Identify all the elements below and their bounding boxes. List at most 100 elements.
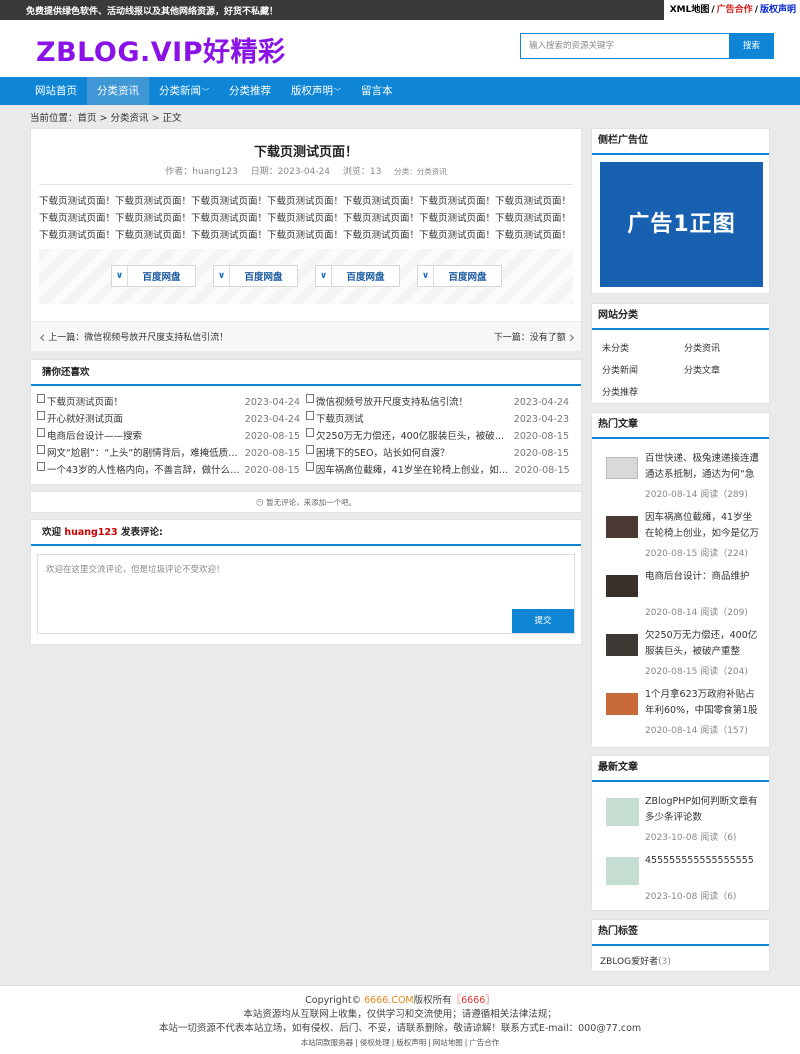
chevron-left-icon: ‹	[39, 327, 46, 347]
newest-article[interactable]: 455555555555555555 2023-10-08 阅读（6)	[606, 853, 766, 909]
hot-article-title[interactable]: 百世快递、极兔速递接连遭通达系抵制，通达为何“急了”？	[645, 451, 761, 483]
list-row: 下载页测试页面！ 2023-04-24 微信视频号放开尺度支持私信引流！ 2023-…	[37, 394, 575, 411]
related-posts-panel: 猜你还喜欢 下载页测试页面！ 2023-04-24 微信视频号放开尺度支持私信引流…	[30, 359, 582, 485]
download-button[interactable]: ∨ 百度网盘	[417, 265, 502, 287]
list-item[interactable]: 困境下的SEO，站长如何自渡？ 2020-08-15	[306, 445, 575, 462]
article-date: 2020-08-15	[645, 667, 698, 677]
hot-article[interactable]: 因车祸高位截瘫，41岁坐在轮椅上创业，如今是亿万富翁 2020-08-15 阅读…	[606, 510, 766, 566]
breadcrumb-sep: >	[148, 113, 163, 124]
nav-item-home[interactable]: 网站首页	[25, 77, 87, 105]
footer-brand[interactable]: 〖6666〗	[452, 995, 495, 1006]
category-link[interactable]: 分类新闻	[602, 360, 684, 382]
article-date: 2020-08-15	[645, 549, 698, 559]
chevron-down-icon: ∨	[112, 266, 128, 286]
xml-map-link[interactable]: XML地图	[670, 5, 710, 15]
list-item[interactable]: 欠250万无力偿还，400亿服装巨头，被破产重整 2020-08-15	[306, 428, 575, 445]
hot-article-meta: 2020-08-14 阅读（157)	[645, 723, 748, 736]
list-item[interactable]: 下载页测试 2023-04-23	[306, 411, 575, 428]
hot-article-title[interactable]: 1个月拿623万政府补贴占年利60%，中国零食第1股	[645, 687, 761, 719]
hot-article-title[interactable]: 欠250万无力偿还，400亿服装巨头，被破产重整	[645, 628, 761, 660]
hot-article-title[interactable]: 因车祸高位截瘫，41岁坐在轮椅上创业，如今是亿万富翁	[645, 510, 761, 542]
item-date: 2020-08-15	[244, 431, 300, 442]
ad-cooperation-link[interactable]: 广告合作	[717, 5, 753, 15]
footer-link[interactable]: 本站同款服务器	[301, 1038, 354, 1047]
list-item[interactable]: 微信视频号放开尺度支持私信引流！ 2023-04-24	[306, 394, 575, 411]
breadcrumb-prefix: 当前位置：	[30, 113, 78, 124]
item-title[interactable]: 微信视频号放开尺度支持私信引流！	[316, 394, 510, 411]
article-views: 阅读（6)	[700, 892, 737, 902]
list-item[interactable]: 一个43岁的人性格内向，不善言辞，做什么工作好？ 2020-08-15	[37, 462, 306, 479]
thumbnail[interactable]	[606, 798, 639, 826]
submit-comment-button[interactable]: 提交	[512, 609, 574, 633]
item-title[interactable]: 网文“尬剧”：“上头”的剧情背后，难掩低质的本质	[47, 445, 241, 462]
hot-article[interactable]: 百世快递、极兔速递接连遭通达系抵制，通达为何“急了”？ 2020-08-14 阅…	[606, 451, 766, 507]
sidebar-categories-panel: 网站分类 未分类 分类资讯 分类新闻 分类文章 分类推荐	[591, 303, 770, 404]
search-button[interactable]: 搜索	[729, 33, 774, 59]
search-input[interactable]: 输入搜索的资源关键字	[520, 33, 729, 59]
footer-site-link[interactable]: 6666.COM	[364, 995, 414, 1006]
tag-label[interactable]: ZBLOG爱好者	[600, 957, 658, 967]
category-link[interactable]: 分类推荐	[602, 382, 684, 404]
prev-article-link[interactable]: ‹ 上一篇：微信视频号放开尺度支持私信引流！	[39, 329, 228, 345]
hot-article[interactable]: 1个月拿623万政府补贴占年利60%，中国零食第1股 2020-08-14 阅读…	[606, 687, 766, 743]
item-title[interactable]: 欠250万无力偿还，400亿服装巨头，被破产重整	[316, 428, 510, 445]
comment-textarea[interactable]: 欢迎在这里交流评论，但是垃圾评论不受欢迎！ 提交	[37, 554, 575, 634]
download-button[interactable]: ∨ 百度网盘	[111, 265, 196, 287]
item-title[interactable]: 下载页测试	[316, 411, 510, 428]
breadcrumb-category[interactable]: 分类资讯	[111, 113, 149, 124]
nav-item-copyright[interactable]: 版权声明﹀	[281, 77, 351, 105]
next-article-link[interactable]: 下一篇：没有了额 ›	[494, 329, 575, 345]
item-title[interactable]: 一个43岁的人性格内向，不善言辞，做什么工作好？	[47, 462, 240, 479]
item-title[interactable]: 电商后台设计——搜索	[47, 428, 241, 445]
download-button[interactable]: ∨ 百度网盘	[213, 265, 298, 287]
category-link[interactable]: 未分类	[602, 338, 684, 360]
nav-item-news[interactable]: 分类新闻﹀	[149, 77, 219, 105]
newest-article[interactable]: ZBlogPHP如何判断文章有多少条评论数 2023-10-08 阅读（6)	[606, 794, 766, 850]
item-title[interactable]: 困境下的SEO，站长如何自渡？	[316, 445, 510, 462]
footer-link[interactable]: 网站地图	[433, 1038, 463, 1047]
category-link[interactable]: 分类资讯	[684, 338, 766, 360]
site-logo[interactable]: ZBLOG.VIP好精彩	[36, 30, 286, 69]
download-area: ∨ 百度网盘 ∨ 百度网盘 ∨ 百度网盘 ∨ 百度网盘	[39, 249, 573, 304]
article-body: 下载页测试页面！下载页测试页面！下载页测试页面！下载页测试页面！下载页测试页面！…	[39, 196, 572, 241]
sidebar-ad-title: 侧栏广告位	[592, 129, 769, 155]
list-item[interactable]: 开心就好测试页面 2023-04-24	[37, 411, 306, 428]
hot-article-meta: 2020-08-14 阅读（289)	[645, 487, 748, 500]
article-date: 日期：2023-04-24	[250, 167, 330, 177]
divider	[39, 184, 573, 185]
document-icon	[37, 462, 45, 471]
footer-link[interactable]: 广告合作	[469, 1038, 499, 1047]
newest-article-title[interactable]: ZBlogPHP如何判断文章有多少条评论数	[645, 794, 761, 826]
item-title[interactable]: 因车祸高位截瘫，41岁坐在轮椅上创业，如今是亿万富翁	[316, 462, 511, 479]
hot-article[interactable]: 电商后台设计：商品维护 2020-08-14 阅读（209)	[606, 569, 766, 625]
hot-article[interactable]: 欠250万无力偿还，400亿服装巨头，被破产重整 2020-08-15 阅读（2…	[606, 628, 766, 684]
list-row: 开心就好测试页面 2023-04-24 下载页测试 2023-04-23	[37, 411, 575, 428]
thumbnail[interactable]	[606, 857, 639, 885]
category-link[interactable]: 分类文章	[684, 360, 766, 382]
thumbnail[interactable]	[606, 693, 638, 715]
footer-link[interactable]: 侵权处理	[360, 1038, 390, 1047]
download-button[interactable]: ∨ 百度网盘	[315, 265, 400, 287]
article-category[interactable]: 分类：分类资讯	[394, 167, 447, 176]
thumbnail[interactable]	[606, 634, 638, 656]
item-title[interactable]: 开心就好测试页面	[47, 411, 241, 428]
copyright-link[interactable]: 版权声明	[760, 5, 796, 15]
newest-article-title[interactable]: 455555555555555555	[645, 853, 761, 885]
footer-link[interactable]: 版权声明	[396, 1038, 426, 1047]
list-item[interactable]: 网文“尬剧”：“上头”的剧情背后，难掩低质的本质 2020-08-15	[37, 445, 306, 462]
thumbnail[interactable]	[606, 516, 638, 538]
nav-item-news-info[interactable]: 分类资讯	[87, 77, 149, 105]
ad-banner[interactable]: 广告1正图	[600, 162, 763, 287]
thumbnail[interactable]	[606, 457, 638, 479]
list-item[interactable]: 电商后台设计——搜索 2020-08-15	[37, 428, 306, 445]
hot-article-title[interactable]: 电商后台设计：商品维护	[645, 569, 761, 601]
list-item[interactable]: 因车祸高位截瘫，41岁坐在轮椅上创业，如今是亿万富翁2020-08-15	[305, 462, 576, 479]
thumbnail[interactable]	[606, 575, 638, 597]
breadcrumb-sep: >	[96, 113, 111, 124]
breadcrumb-home[interactable]: 首页	[78, 113, 97, 124]
nav-item-guestbook[interactable]: 留言本	[351, 77, 403, 105]
tag-link[interactable]: ZBLOG爱好者(3)	[600, 954, 671, 967]
list-item[interactable]: 下载页测试页面！ 2023-04-24	[37, 394, 306, 411]
item-title[interactable]: 下载页测试页面！	[47, 394, 241, 411]
nav-item-recommend[interactable]: 分类推荐	[219, 77, 281, 105]
